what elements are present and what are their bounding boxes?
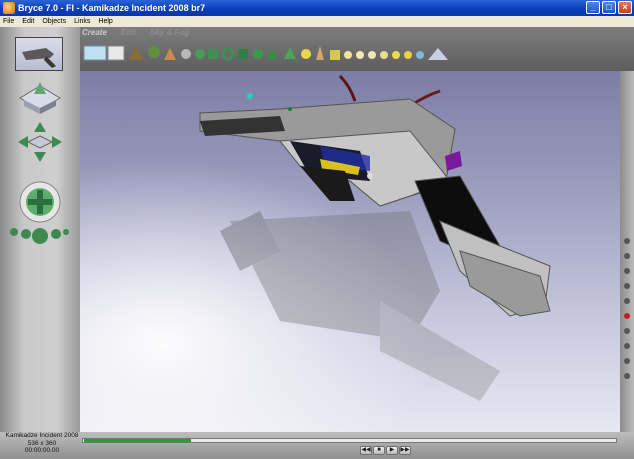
app-icon[interactable] — [3, 2, 15, 14]
status-bar: Kamikadze Incident 2008 536 x 360 00:00:… — [0, 432, 634, 459]
tab-edit[interactable]: Edit — [121, 28, 136, 37]
cube-icon — [208, 49, 218, 59]
cone-icon — [284, 47, 296, 59]
zoom-sphere-icon — [10, 228, 69, 244]
ellipsoid-icon — [253, 49, 263, 59]
window-title: Bryce 7.0 - FI - Kamikadze Incident 2008… — [18, 3, 206, 13]
object-icon-row[interactable] — [82, 40, 457, 64]
right-tool-icons[interactable] — [620, 71, 634, 432]
preview-image — [22, 48, 56, 68]
marker-white — [367, 173, 373, 179]
tab-create[interactable]: Create — [82, 28, 107, 37]
rock-icon — [164, 48, 176, 60]
render-canvas — [80, 71, 620, 432]
menu-links[interactable]: Links — [74, 18, 90, 25]
square-spot-icon — [368, 51, 376, 59]
sun-icon — [392, 51, 400, 59]
marker-cyan — [247, 93, 253, 99]
right-tool-6 — [624, 313, 630, 319]
forward-icon[interactable]: ▶▶ — [399, 446, 411, 455]
right-tool-3 — [624, 268, 630, 274]
menu-bar: File Edit Objects Links Help — [0, 16, 634, 27]
yellow-sphere-icon — [330, 50, 340, 60]
palette-tabs: Create Edit Sky & Fog — [82, 28, 189, 37]
pyramid-icon — [266, 49, 278, 59]
right-tool-strip — [620, 71, 634, 432]
timecode: 00:00:00.00 — [24, 447, 60, 454]
box-icon — [238, 49, 248, 59]
figure-icon — [316, 46, 324, 60]
sphere-icon — [195, 49, 205, 59]
light-icon — [301, 49, 311, 59]
parallel-light-icon — [380, 51, 388, 59]
camera-cross-icon — [19, 181, 61, 223]
navigation-controls[interactable] — [10, 78, 70, 248]
camera-object-icon — [416, 51, 424, 59]
right-tool-1 — [624, 238, 630, 244]
nav-cube-icon — [19, 82, 61, 114]
document-size: 536 x 360 — [27, 439, 57, 447]
stone-icon — [181, 49, 191, 59]
right-tool-7 — [624, 328, 630, 334]
marker-green — [288, 107, 292, 111]
nano-preview[interactable] — [15, 37, 63, 71]
document-name: Kamikadze Incident 2008 — [5, 432, 79, 439]
torus-icon — [221, 47, 235, 61]
terrain-icon — [128, 46, 144, 60]
maximize-button[interactable]: □ — [602, 1, 616, 14]
right-tool-10 — [624, 373, 630, 379]
title-bar: Bryce 7.0 - FI - Kamikadze Incident 2008… — [0, 0, 634, 16]
timeline-progress — [84, 439, 191, 442]
trackball-icon — [18, 122, 62, 162]
radial-light-icon — [344, 51, 352, 59]
ground-plane-icon — [107, 45, 125, 61]
right-tool-9 — [624, 358, 630, 364]
tree-icon — [148, 46, 160, 58]
window-controls: _ □ × — [586, 1, 632, 14]
create-object-icons — [82, 40, 457, 64]
document-info: Kamikadze Incident 2008 536 x 360 00:00:… — [2, 432, 82, 455]
spotlight-icon — [356, 51, 364, 59]
right-tool-2 — [624, 253, 630, 259]
scene-viewport[interactable] — [80, 71, 620, 432]
menu-help[interactable]: Help — [98, 18, 112, 25]
instance-icon — [428, 48, 448, 60]
right-tool-5 — [624, 298, 630, 304]
transport-controls: ◀◀ ■ ▶ ▶▶ — [360, 446, 411, 455]
tab-sky-fog[interactable]: Sky & Fog — [150, 28, 189, 37]
menu-file[interactable]: File — [3, 18, 14, 25]
menu-edit[interactable]: Edit — [22, 18, 34, 25]
right-tool-8 — [624, 343, 630, 349]
glow-icon — [404, 51, 412, 59]
menu-objects[interactable]: Objects — [42, 18, 66, 25]
play-icon[interactable]: ▶ — [386, 446, 398, 455]
stop-icon[interactable]: ■ — [373, 446, 385, 455]
minimize-button[interactable]: _ — [586, 1, 600, 14]
rewind-icon[interactable]: ◀◀ — [360, 446, 372, 455]
close-button[interactable]: × — [618, 1, 632, 14]
water-plane-icon — [83, 45, 107, 61]
right-tool-4 — [624, 283, 630, 289]
bryce-app-window: Bryce 7.0 - FI - Kamikadze Incident 2008… — [0, 0, 634, 459]
